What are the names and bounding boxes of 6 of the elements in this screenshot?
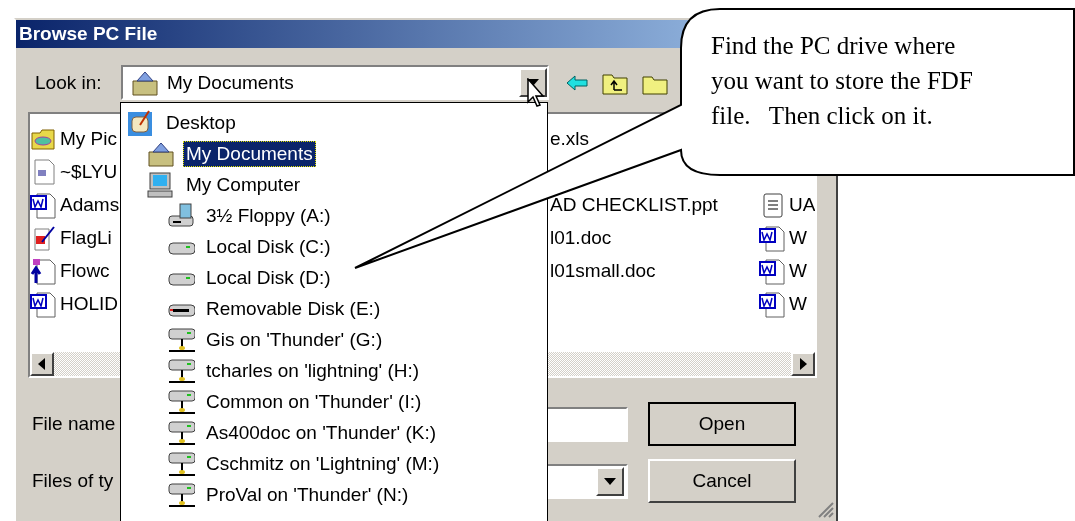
look-in-label: Look in:	[35, 71, 103, 94]
callout-text: Find the PC drive where you want to store the FDF file. Then click on it.	[711, 31, 973, 131]
files-of-type-label: Files of ty	[32, 470, 115, 492]
window-title: Browse PC File	[19, 23, 158, 45]
file-name-label: File name	[32, 413, 117, 435]
combo-value: My Documents	[167, 71, 295, 94]
